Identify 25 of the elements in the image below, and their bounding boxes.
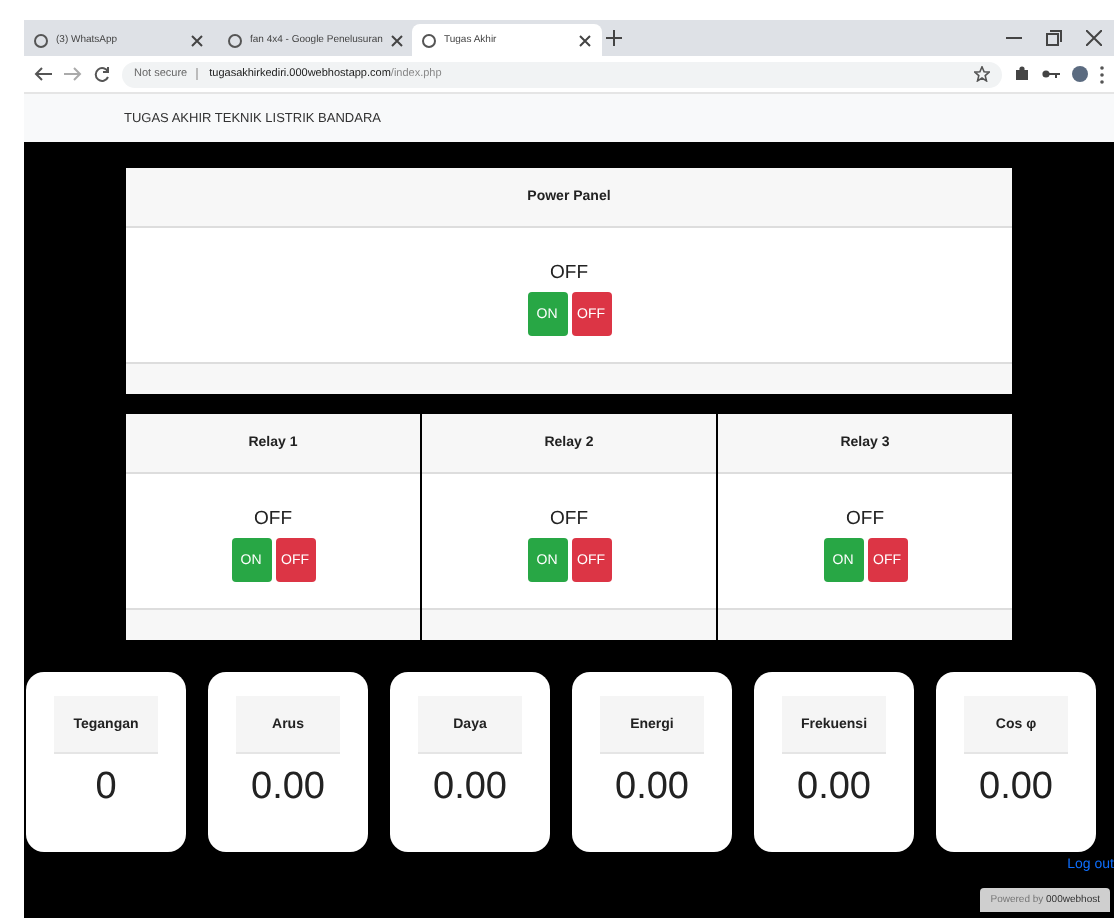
reload-icon[interactable] (94, 66, 110, 82)
globe-icon (34, 33, 48, 47)
close-icon[interactable] (190, 33, 204, 47)
puzzle-icon[interactable] (1014, 66, 1030, 82)
metric-value: 0.00 (251, 766, 325, 810)
back-icon[interactable] (34, 66, 52, 82)
avatar-icon[interactable] (1072, 66, 1088, 82)
metric-value: 0.00 (615, 766, 689, 810)
close-icon[interactable] (1086, 30, 1102, 46)
status-text: OFF (550, 262, 588, 284)
key-icon[interactable] (1042, 68, 1060, 80)
globe-icon (422, 33, 436, 47)
close-icon[interactable] (390, 33, 405, 47)
plus-icon[interactable] (606, 30, 622, 46)
metric-value: 0.00 (433, 766, 507, 810)
metric-value: 0.00 (979, 766, 1053, 810)
close-icon[interactable] (578, 33, 592, 47)
star-icon[interactable] (974, 66, 990, 82)
status-text: OFF (846, 508, 884, 530)
restore-icon[interactable] (1046, 30, 1062, 46)
metric-value: 0.00 (797, 766, 871, 810)
globe-icon (228, 33, 242, 47)
metric-value: 0 (95, 766, 117, 810)
status-text: OFF (254, 508, 292, 530)
status-text: OFF (550, 508, 588, 530)
